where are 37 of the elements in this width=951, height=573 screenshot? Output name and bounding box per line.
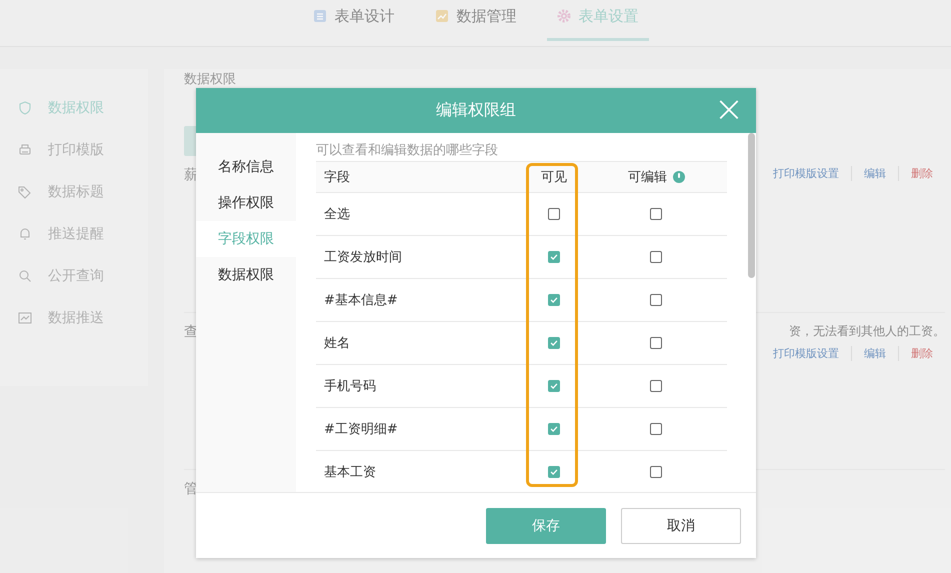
top-tab[interactable]: 表单设置 <box>546 0 648 41</box>
sidebar-item[interactable]: 数据标题 <box>0 171 148 213</box>
section-title: 数据权限 <box>184 72 237 88</box>
sidebar-item[interactable]: 公开查询 <box>0 255 148 297</box>
column-header: 可编辑 <box>628 170 667 185</box>
table-cell: 工资发放时间 <box>324 250 402 265</box>
sidebar-item[interactable]: 数据推送 <box>0 297 148 339</box>
action-link[interactable]: 编辑 <box>851 346 898 361</box>
action-link[interactable]: 打印模版设置 <box>761 166 851 181</box>
top-tab[interactable]: 数据管理 <box>424 0 526 41</box>
nav-tab[interactable]: 名称信息 <box>196 149 296 185</box>
action-link[interactable]: 编辑 <box>851 166 898 181</box>
group-name: 薪 <box>184 166 198 185</box>
save-button[interactable]: 保存 <box>486 508 606 544</box>
table-cell: 基本工资 <box>324 465 376 480</box>
table-cell: #工资明细# <box>324 422 398 437</box>
action-link[interactable]: 删除 <box>898 346 945 361</box>
action-link[interactable]: 打印模版设置 <box>761 346 851 361</box>
nav-tab[interactable]: 数据权限 <box>196 257 296 293</box>
table-cell: 手机号码 <box>324 379 376 394</box>
nav-tab[interactable]: 操作权限 <box>196 185 296 221</box>
table-cell: 全选 <box>324 207 350 222</box>
table-cell: 姓名 <box>324 336 350 351</box>
group-name: 查 <box>184 323 198 342</box>
close-button[interactable]: × <box>710 92 748 128</box>
dialog-title: 编辑权限组 <box>436 100 516 121</box>
group-description: 资，无法看到其他人的工资。 <box>789 323 945 340</box>
cancel-button[interactable]: 取消 <box>621 508 741 544</box>
nav-tab[interactable]: 字段权限 <box>196 221 296 257</box>
column-header: 字段 <box>316 162 523 192</box>
top-tab[interactable]: 表单设计 <box>302 0 404 41</box>
table-cell: #基本信息# <box>324 293 398 308</box>
action-link[interactable]: 删除 <box>898 166 945 181</box>
sidebar-item[interactable]: 推送提醒 <box>0 213 148 255</box>
section-hint: 可以查看和编辑数据的哪些字段 <box>316 142 499 160</box>
sidebar-item[interactable]: 打印模版 <box>0 129 148 171</box>
sidebar-item[interactable]: 数据权限 <box>0 87 148 129</box>
